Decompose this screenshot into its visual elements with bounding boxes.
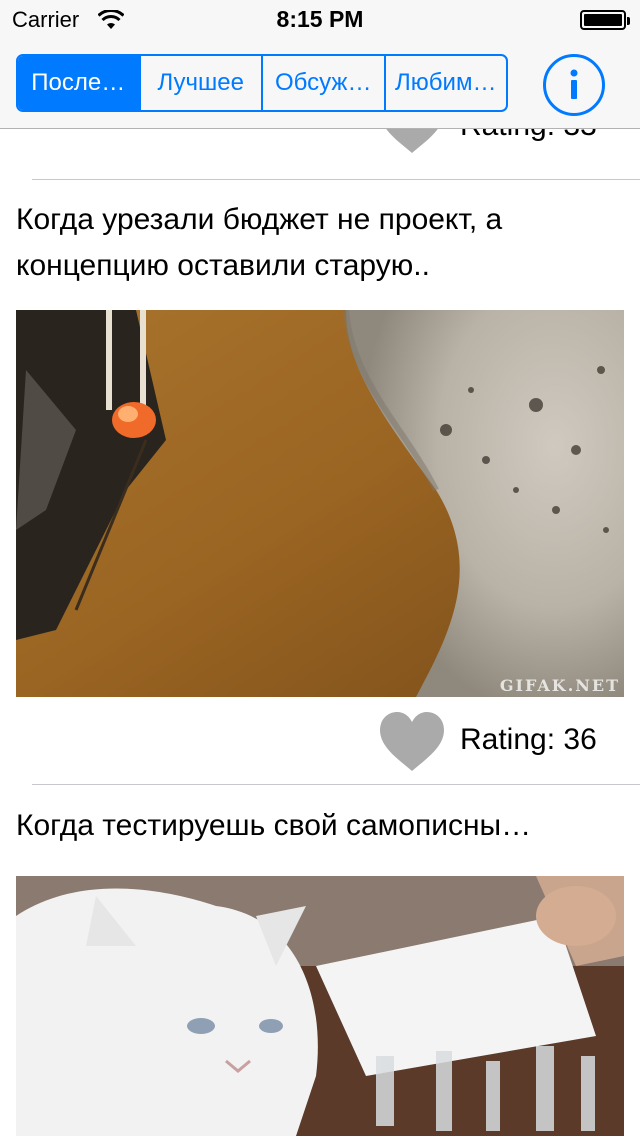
separator bbox=[32, 179, 640, 180]
heart-icon[interactable] bbox=[378, 129, 446, 155]
gif-frame-image bbox=[16, 876, 624, 1136]
post-image[interactable] bbox=[16, 876, 624, 1136]
rating-row-previous: Rating: 33 bbox=[0, 129, 640, 159]
segment-favorites[interactable]: Любим… bbox=[386, 56, 507, 110]
info-button[interactable] bbox=[543, 54, 605, 116]
image-watermark: GIFAK.NET bbox=[499, 676, 620, 695]
gif-frame-image bbox=[16, 310, 624, 697]
rating-row: Rating: 36 bbox=[0, 707, 640, 777]
segment-discussed[interactable]: Обсуж… bbox=[263, 56, 386, 110]
post-image[interactable]: GIFAK.NET bbox=[16, 310, 624, 697]
rating-label: Rating: 36 bbox=[460, 723, 597, 756]
separator bbox=[32, 784, 640, 785]
status-bar: Carrier 8:15 PM bbox=[0, 0, 640, 40]
post-title[interactable]: Когда тестируешь свой самописны… bbox=[16, 803, 624, 849]
segment-latest[interactable]: После… bbox=[18, 56, 141, 110]
segment-best[interactable]: Лучшее bbox=[141, 56, 263, 110]
heart-icon[interactable] bbox=[378, 711, 446, 773]
feed-segmented-control: После… Лучшее Обсуж… Любим… bbox=[16, 54, 508, 112]
post-title[interactable]: Когда урезали бюджет не проект, а концеп… bbox=[16, 197, 624, 289]
status-time: 8:15 PM bbox=[276, 6, 364, 32]
post-feed[interactable]: Rating: 33 Когда урезали бюджет не проек… bbox=[0, 129, 640, 1136]
info-circle-icon bbox=[570, 69, 578, 99]
rating-label: Rating: 33 bbox=[460, 129, 597, 143]
battery-icon bbox=[580, 10, 630, 30]
navigation-bar: После… Лучшее Обсуж… Любим… bbox=[0, 40, 640, 129]
